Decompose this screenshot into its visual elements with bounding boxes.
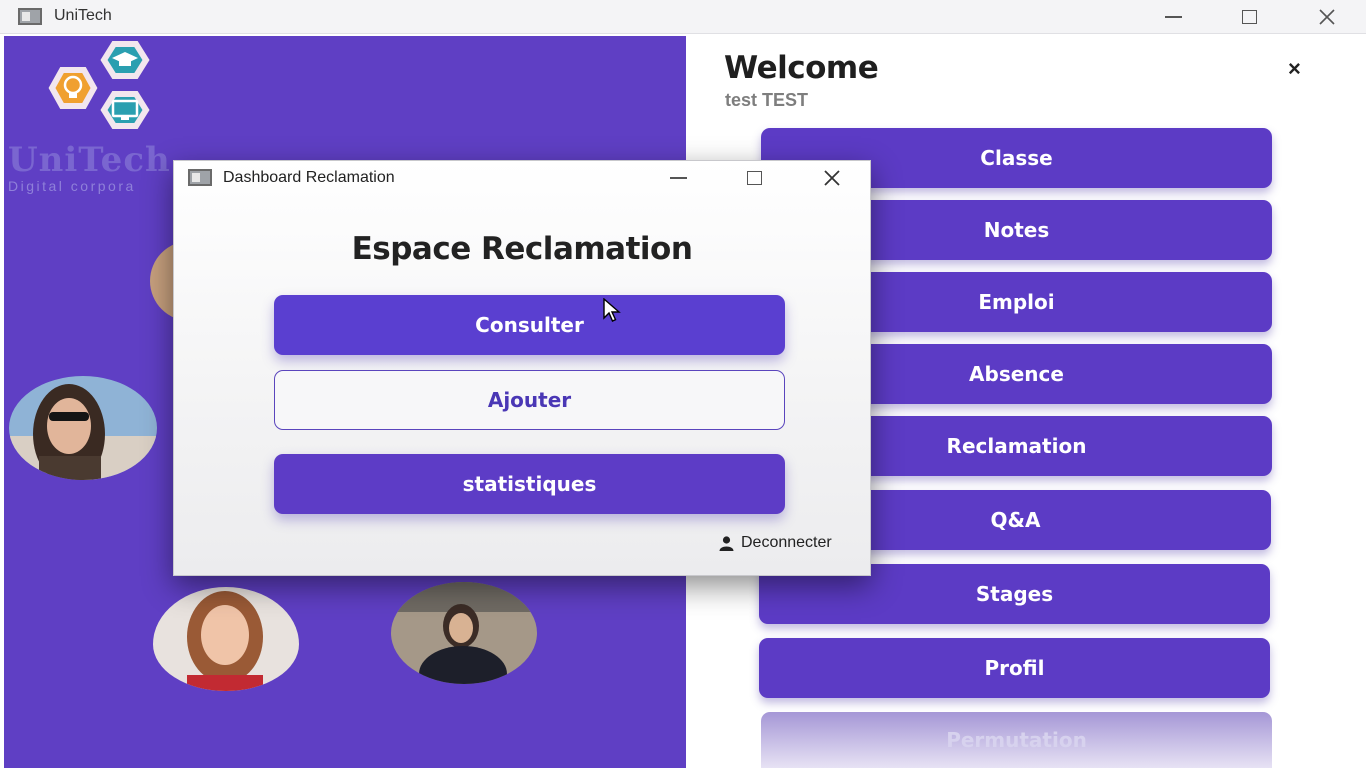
app-title: UniTech — [54, 7, 112, 24]
reclamation-dialog: Dashboard Reclamation Espace Reclamation… — [173, 160, 871, 576]
minimize-button[interactable] — [1135, 0, 1211, 34]
logout-link[interactable]: Deconnecter — [719, 534, 832, 552]
app-window-icon — [18, 8, 42, 25]
unitech-logo — [48, 41, 150, 129]
close-icon — [824, 170, 840, 186]
consulter-button[interactable]: Consulter — [274, 295, 785, 355]
logout-label: Deconnecter — [741, 534, 832, 551]
minimize-icon — [669, 177, 687, 179]
dialog-heading: Espace Reclamation — [351, 231, 693, 267]
menu-permutation-button[interactable]: Permutation — [761, 712, 1272, 768]
mouse-cursor-icon — [603, 298, 621, 322]
ajouter-button[interactable]: Ajouter — [274, 370, 785, 430]
dialog-window-icon — [188, 169, 212, 186]
statistiques-button[interactable]: statistiques — [274, 454, 785, 514]
avatar-student-3 — [391, 582, 537, 684]
maximize-icon — [746, 171, 762, 185]
user-name: test TEST — [725, 90, 809, 110]
dialog-titlebar: Dashboard Reclamation — [174, 161, 870, 195]
minimize-icon — [1164, 16, 1182, 18]
main-titlebar: UniTech — [0, 0, 1366, 34]
avatar-student-1 — [9, 376, 157, 480]
dialog-title: Dashboard Reclamation — [223, 169, 395, 186]
menu-profil-button[interactable]: Profil — [759, 638, 1270, 698]
close-icon — [1319, 9, 1335, 25]
maximize-icon — [1241, 10, 1257, 24]
brand-name: UniTech — [8, 140, 171, 180]
user-icon — [719, 535, 734, 551]
close-window-button[interactable] — [1289, 0, 1365, 34]
dialog-close-button[interactable] — [794, 161, 870, 195]
maximize-button[interactable] — [1211, 0, 1287, 34]
dialog-maximize-button[interactable] — [716, 161, 792, 195]
close-panel-button[interactable]: × — [1288, 58, 1301, 80]
avatar-student-2 — [153, 587, 299, 691]
dialog-minimize-button[interactable] — [640, 161, 716, 195]
welcome-title: Welcome — [724, 50, 879, 86]
brand-tagline: Digital corpora — [8, 178, 136, 194]
